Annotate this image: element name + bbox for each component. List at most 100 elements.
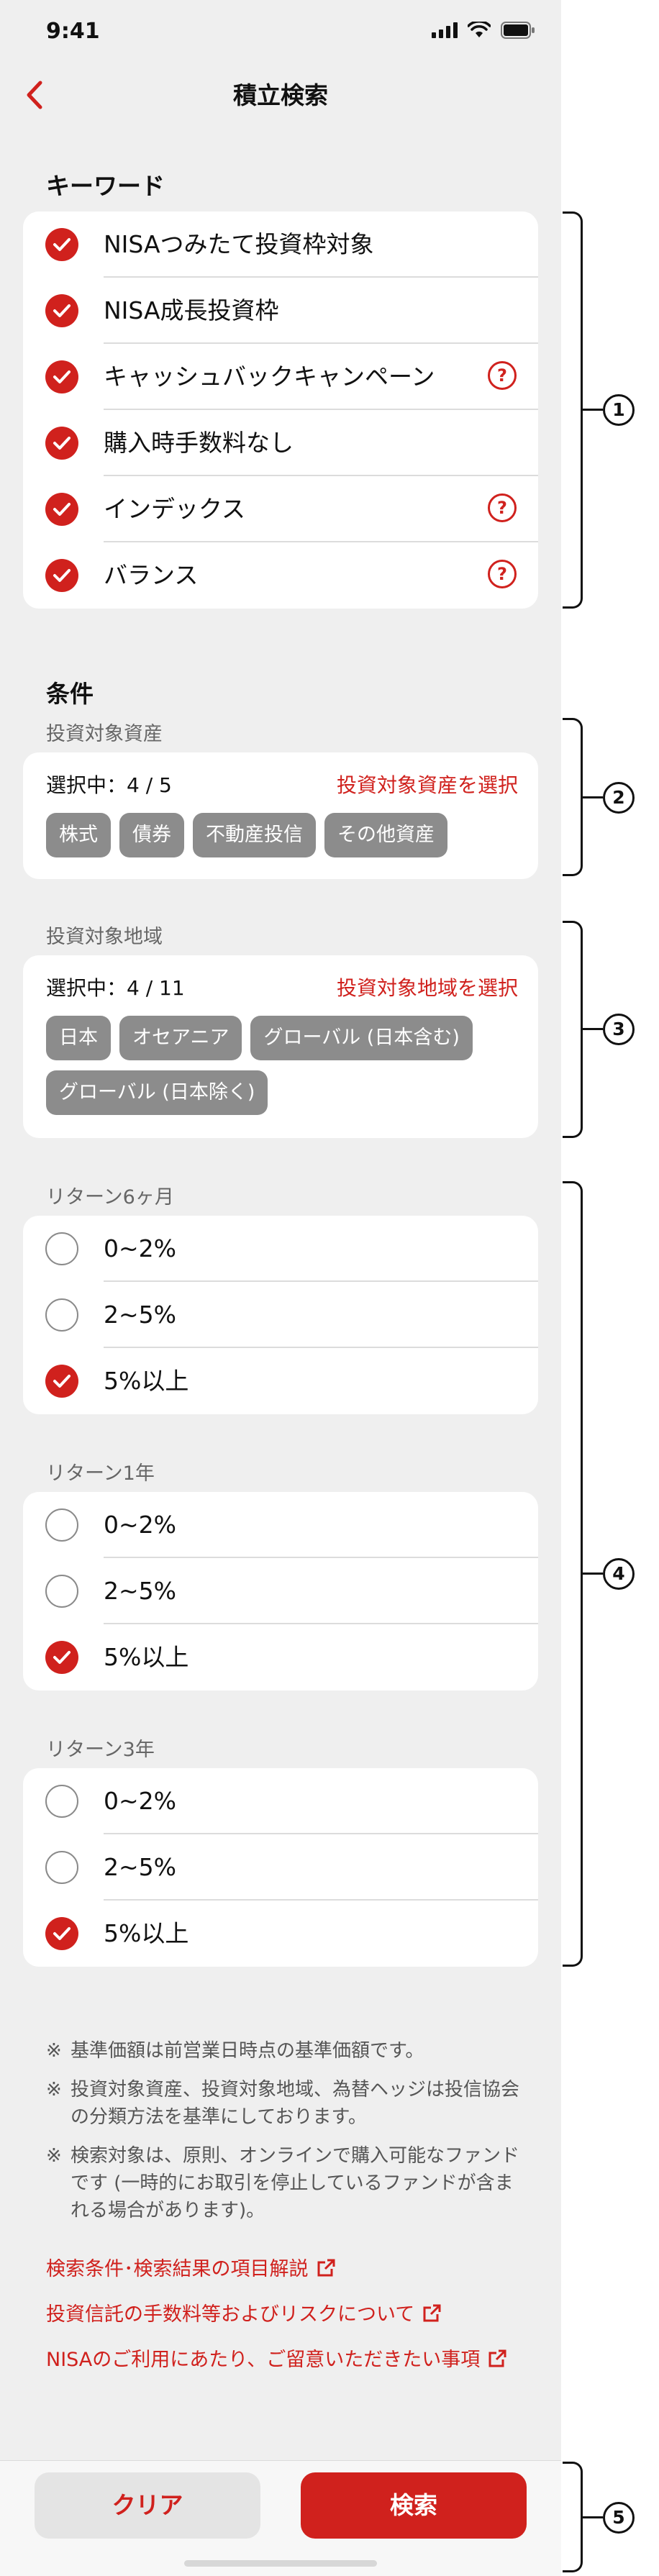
return-6m-label: リターン6ヶ月 [46, 1186, 174, 1209]
link-text: 投資信託の手数料等およびリスクについて [46, 2303, 415, 2326]
asset-select-link[interactable]: 投資対象資産を選択 [337, 770, 518, 798]
note-mark: ※ [46, 2040, 62, 2062]
keyword-row-no-fee[interactable]: 購入時手数料なし [23, 410, 538, 476]
radio-unchecked-icon [45, 1785, 78, 1818]
note-item: ※ 検索対象は、原則、オンラインで購入可能なファンドです (一時的にお取引を停止し… [46, 2142, 521, 2224]
region-label: 投資対象地域 [46, 926, 163, 948]
region-card: 選択中：4 / 11 投資対象地域を選択 日本 オセアニア グローバル (日本含む)… [23, 955, 538, 1138]
asset-select-head: 選択中：4 / 5 投資対象資産を選択 [46, 767, 518, 798]
return-6m-option-0-2[interactable]: 0~2% [23, 1216, 538, 1282]
region-chip: 日本 [46, 1016, 111, 1060]
annotation-number-5: 5 [603, 2502, 635, 2534]
keyword-label: インデックス [104, 495, 246, 523]
option-label: 5%以上 [104, 1643, 189, 1671]
asset-selected-count: 選択中：4 / 5 [46, 773, 172, 797]
keyword-label: NISA成長投資枠 [104, 296, 279, 324]
option-label: 0~2% [104, 1234, 176, 1262]
return-3y-card: 0~2% 2~5% 5%以上 [23, 1768, 538, 1967]
return-1y-label: リターン1年 [46, 1462, 155, 1485]
clear-button[interactable]: クリア [35, 2472, 260, 2539]
option-label: 0~2% [104, 1511, 176, 1539]
check-icon [45, 1365, 78, 1398]
cellular-signal-icon [432, 22, 458, 38]
page-title: 積立検索 [233, 81, 328, 109]
return-1y-card: 0~2% 2~5% 5%以上 [23, 1492, 538, 1690]
link-fees-risks[interactable]: 投資信託の手数料等およびリスクについて [46, 2298, 442, 2326]
option-label: 2~5% [104, 1577, 176, 1605]
nav-bar: 積立検索 [0, 63, 561, 128]
annotation-bracket-2 [563, 718, 583, 876]
external-link-icon [488, 2349, 506, 2367]
option-label: 0~2% [104, 1787, 176, 1815]
region-select-link[interactable]: 投資対象地域を選択 [337, 973, 518, 1001]
notes: ※ 基準価額は前営業日時点の基準価額です。 ※ 投資対象資産、投資対象地域、為替ヘッ… [46, 2037, 521, 2236]
bottom-action-bar: クリア 検索 [0, 2460, 561, 2576]
question-circle-icon[interactable]: ? [488, 493, 517, 522]
check-icon [45, 360, 78, 393]
annotation-bracket-5 [563, 2462, 583, 2572]
radio-unchecked-icon [45, 1851, 78, 1884]
search-button[interactable]: 検索 [301, 2472, 527, 2539]
annotation-number-1: 1 [603, 394, 635, 426]
radio-unchecked-icon [45, 1575, 78, 1608]
asset-card: 選択中：4 / 5 投資対象資産を選択 株式 債券 不動産投信 その他資産 [23, 752, 538, 879]
keyword-card: NISAつみたて投資枠対象 NISA成長投資枠 キャッシュバックキャンペーン ?… [23, 211, 538, 609]
asset-label: 投資対象資産 [46, 723, 163, 745]
question-circle-icon[interactable]: ? [488, 361, 517, 390]
status-bar: 9:41 [0, 0, 561, 63]
check-icon [45, 1641, 78, 1674]
region-chip: グローバル (日本含む) [250, 1016, 473, 1060]
link-search-explanation[interactable]: 検索条件･検索結果の項目解説 [46, 2253, 336, 2281]
keyword-label: 購入時手数料なし [104, 429, 294, 457]
annotation-number-3: 3 [603, 1014, 635, 1045]
option-label: 5%以上 [104, 1919, 189, 1947]
return-1y-option-5-plus[interactable]: 5%以上 [23, 1624, 538, 1690]
keyword-row-cashback[interactable]: キャッシュバックキャンペーン ? [23, 344, 538, 410]
annotation-number-4: 4 [603, 1558, 635, 1590]
keyword-row-nisa-growth[interactable]: NISA成長投資枠 [23, 278, 538, 344]
search-screen: 9:41 積立検索 キーワード NISAつみたて投資枠対象 NISA成長投資枠 … [0, 0, 561, 2576]
return-1y-option-0-2[interactable]: 0~2% [23, 1492, 538, 1558]
asset-chip: 債券 [119, 813, 184, 857]
status-icons [432, 22, 535, 39]
return-3y-option-0-2[interactable]: 0~2% [23, 1768, 538, 1834]
return-6m-card: 0~2% 2~5% 5%以上 [23, 1216, 538, 1414]
region-selected-count: 選択中：4 / 11 [46, 976, 185, 1000]
check-icon [45, 559, 78, 592]
option-label: 2~5% [104, 1853, 176, 1881]
keyword-label: NISAつみたて投資枠対象 [104, 230, 374, 258]
keyword-row-index[interactable]: インデックス ? [23, 476, 538, 542]
annotation-tick-2 [583, 796, 603, 798]
link-nisa-notes[interactable]: NISAのご利用にあたり、ご留意いただきたい事項 [46, 2344, 507, 2372]
annotation-tick-1 [583, 409, 603, 411]
home-indicator [184, 2560, 377, 2567]
annotation-bracket-1 [563, 211, 583, 609]
radio-unchecked-icon [45, 1508, 78, 1542]
check-icon [45, 427, 78, 460]
note-mark: ※ [46, 2079, 62, 2101]
return-1y-option-2-5[interactable]: 2~5% [23, 1558, 538, 1624]
note-item: ※ 基準価額は前営業日時点の基準価額です。 [46, 2037, 521, 2065]
annotation-tick-3 [583, 1028, 603, 1030]
region-chips: 日本 オセアニア グローバル (日本含む) グローバル (日本除く) [46, 1016, 524, 1125]
keyword-label: キャッシュバックキャンペーン [104, 363, 435, 391]
keyword-row-nisa-tsumitate[interactable]: NISAつみたて投資枠対象 [23, 211, 538, 278]
annotation-bracket-3 [563, 921, 583, 1138]
keyword-label: バランス [104, 561, 199, 589]
return-6m-option-2-5[interactable]: 2~5% [23, 1282, 538, 1348]
keyword-row-balance[interactable]: バランス ? [23, 542, 538, 609]
check-icon [45, 1917, 78, 1950]
check-icon [45, 228, 78, 261]
question-circle-icon[interactable]: ? [488, 560, 517, 588]
option-label: 2~5% [104, 1301, 176, 1329]
return-3y-option-5-plus[interactable]: 5%以上 [23, 1901, 538, 1967]
region-chip: オセアニア [119, 1016, 242, 1060]
asset-chip: その他資産 [324, 813, 447, 857]
check-icon [45, 294, 78, 327]
annotation-bracket-4 [563, 1181, 583, 1967]
external-link-icon [317, 2259, 335, 2277]
link-text: NISAのご利用にあたり、ご留意いただきたい事項 [46, 2349, 481, 2371]
return-3y-option-2-5[interactable]: 2~5% [23, 1834, 538, 1901]
note-item: ※ 投資対象資産、投資対象地域、為替ヘッジは投信協会の分類方法を基準にしております… [46, 2076, 521, 2131]
return-6m-option-5-plus[interactable]: 5%以上 [23, 1348, 538, 1414]
